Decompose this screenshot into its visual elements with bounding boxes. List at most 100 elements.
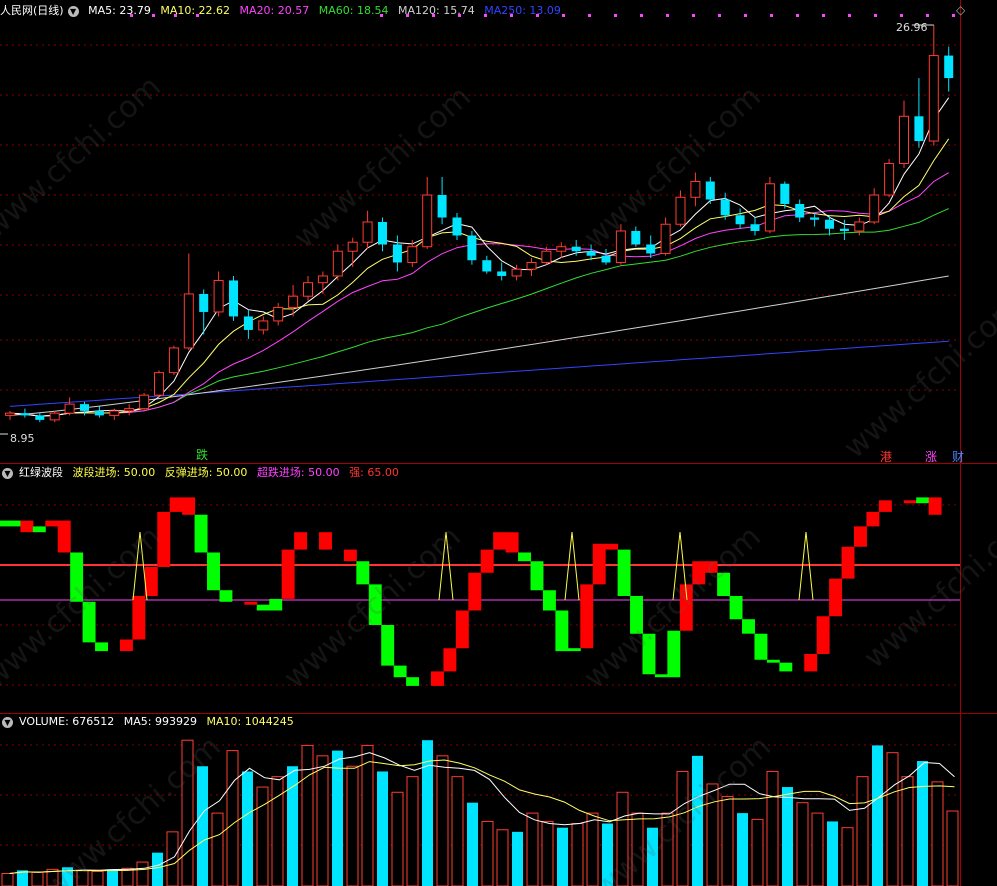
candle-body-up [213, 279, 224, 313]
candle-body-down [467, 235, 477, 261]
candle-body-up [124, 408, 135, 412]
candle-body-up [407, 246, 418, 263]
candle-body-up [928, 55, 939, 142]
candle-body-down [914, 116, 924, 142]
volume-bar-down [242, 771, 253, 886]
signal-dot [848, 14, 851, 17]
candle-body-down [229, 280, 238, 317]
candle-body-down [94, 410, 104, 416]
volume-bar-up [481, 820, 494, 886]
chevron-down-icon[interactable]: ▼ [2, 467, 13, 479]
signal-dot [900, 14, 903, 17]
candle-body-up [764, 183, 775, 232]
volume-bar-down [107, 869, 118, 886]
candle-body-up [258, 320, 269, 331]
event-badge-down[interactable]: 跌 [196, 448, 208, 462]
candle-body-up [154, 372, 164, 396]
ma120-line [9, 275, 949, 416]
candle-body-down [780, 183, 790, 205]
candle-body-down [646, 244, 656, 254]
volume-bar-up [751, 818, 764, 886]
candle-body-down [571, 246, 581, 252]
candle-body-down [437, 195, 447, 218]
ma120-legend: MA120: 15.74 [397, 4, 475, 17]
ma20-line [9, 172, 949, 417]
volume-bar-down [827, 821, 838, 886]
chevron-down-icon[interactable]: ▼ [2, 716, 13, 728]
candle-body-up [884, 163, 895, 196]
low-price-label: 8.95 [10, 432, 35, 445]
chevron-down-icon[interactable]: ▼ [67, 5, 79, 17]
candle-body-up [183, 293, 194, 349]
indicator-rebound-entry: 反弹进场: 50.00 [164, 466, 248, 479]
volume-bar-up [226, 750, 239, 886]
volume-bar-up [496, 829, 509, 886]
diamond-icon[interactable]: ◇ [956, 3, 965, 17]
volume-bar-up [406, 776, 419, 886]
candle-body-up [288, 295, 299, 308]
candle-body-down [810, 217, 820, 220]
volume-bar-down [152, 852, 163, 886]
candle-body-up [139, 394, 150, 410]
volume-bar-up [256, 786, 269, 886]
candle-body-up [317, 275, 328, 284]
signal-dot [770, 14, 773, 17]
volume-bar-up [856, 776, 869, 886]
high-price-label: 26.96 [896, 21, 928, 34]
candle-body-up [899, 115, 909, 165]
volume-bar-down [332, 750, 343, 886]
volume-bar-up [211, 812, 224, 886]
event-badge-finance[interactable]: 财 [952, 450, 964, 464]
volume-bar-up [451, 776, 464, 886]
candle-body-up [869, 194, 880, 223]
candle-body-down [795, 204, 805, 218]
event-badge-hk[interactable]: 港 [880, 450, 892, 464]
indicator-title: 红绿波段 [19, 466, 63, 479]
event-badge-up[interactable]: 涨 [925, 450, 937, 464]
signal-dot [744, 14, 747, 17]
volume-bar-up [271, 776, 284, 886]
volume-bar-up [166, 831, 179, 886]
candle-body-down [392, 244, 402, 263]
volume-bar-up [841, 827, 854, 886]
candle-body-up [168, 347, 179, 374]
ma250-legend: MA250: 13.09 [484, 4, 561, 17]
volume-bar-up [571, 823, 584, 886]
volume-bar-up [946, 810, 959, 886]
candle-body-up [660, 223, 671, 254]
indicator-panel-header: ▼ 红绿波段 波段进场: 50.00 反弹进场: 50.00 超跌进场: 50.0… [0, 465, 405, 481]
volume-ma5-legend: MA5: 993929 [123, 715, 198, 728]
signal-dot [926, 14, 929, 17]
volume-bar-down [512, 831, 523, 886]
volume-ma10-legend: MA10: 1044245 [206, 715, 294, 728]
volume-bar-down [782, 787, 793, 886]
stock-chart-app: www.cfchi.com www.cfchi.com www.cfchi.co… [0, 0, 997, 886]
candle-body-up [347, 241, 358, 252]
candle-body-down [720, 199, 730, 216]
volume-bar-down [467, 802, 478, 886]
candle-body-up [332, 250, 343, 277]
candle-body-up [541, 250, 552, 263]
candle-body-down [378, 221, 387, 245]
ma20-legend: MA20: 20.57 [239, 4, 310, 17]
indicator-strong: 强: 65.00 [349, 466, 399, 479]
stock-title[interactable]: 人民网(日线) [0, 4, 64, 17]
signal-dot [692, 14, 695, 17]
indicator-wave-entry: 波段进场: 50.00 [72, 466, 156, 479]
volume-bar-down [197, 766, 208, 886]
ma10-legend: MA10: 22.62 [160, 4, 231, 17]
volume-bar-up [316, 755, 329, 886]
volume-bar-up [301, 744, 314, 886]
candle-body-down [750, 224, 760, 231]
candle-body-down [35, 415, 45, 420]
candle-body-down [735, 215, 745, 225]
volume-bar-up [136, 861, 149, 886]
signal-dot [666, 14, 669, 17]
volume-bar-down [557, 827, 568, 886]
volume-legend: VOLUME: 676512 [19, 715, 115, 728]
volume-bar-up [391, 791, 404, 886]
ma5-legend: MA5: 23.79 [88, 4, 151, 17]
signal-dot [640, 14, 643, 17]
volume-bar-up [121, 867, 134, 886]
candle-body-down [631, 230, 641, 245]
